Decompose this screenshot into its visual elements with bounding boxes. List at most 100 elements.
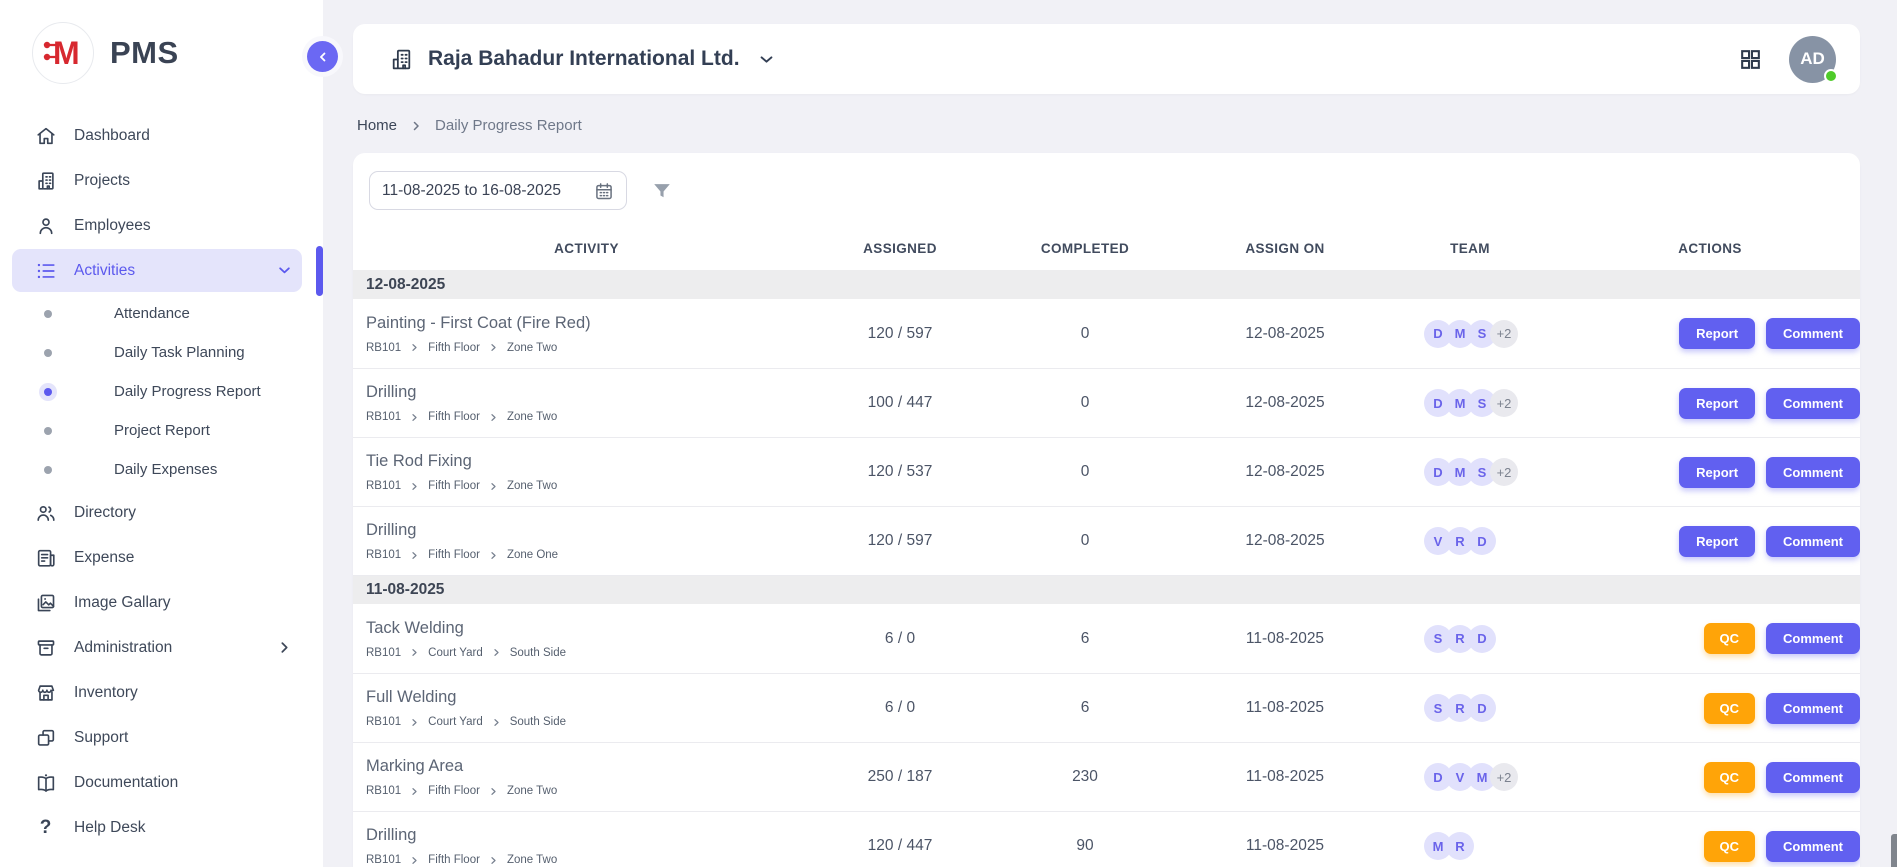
location-crumb: Zone Two: [507, 342, 557, 354]
assign-on-value: 12-08-2025: [1190, 532, 1380, 550]
breadcrumb-home-link[interactable]: Home: [357, 117, 397, 134]
sidebar-item-help-desk[interactable]: ?Help Desk: [12, 806, 302, 849]
qc-button[interactable]: QC: [1704, 623, 1756, 654]
comment-button[interactable]: Comment: [1766, 831, 1860, 862]
activity-title: Drilling: [366, 383, 820, 402]
activity-title: Painting - First Coat (Fire Red): [366, 314, 820, 333]
assign-on-value: 12-08-2025: [1190, 463, 1380, 481]
team-avatar: D: [1468, 694, 1496, 722]
sidebar-subitem-project-report[interactable]: Project Report: [0, 411, 323, 450]
building-icon: [34, 169, 57, 192]
company-name: Raja Bahadur International Ltd.: [428, 47, 740, 71]
location-crumb: Zone Two: [507, 411, 557, 423]
comment-button[interactable]: Comment: [1766, 318, 1860, 349]
date-range-input[interactable]: 11-08-2025 to 16-08-2025: [369, 171, 627, 210]
progress-table: ACTIVITYASSIGNEDCOMPLETEDASSIGN ONTEAMAC…: [353, 226, 1860, 867]
filter-button[interactable]: [651, 180, 673, 202]
sidebar-item-directory[interactable]: Directory: [12, 491, 302, 534]
assigned-value: 120 / 597: [820, 325, 980, 343]
location-crumb: RB101: [366, 647, 401, 659]
assign-on-value: 12-08-2025: [1190, 325, 1380, 343]
sidebar-item-administration[interactable]: Administration: [12, 626, 302, 669]
team-avatar: D: [1468, 625, 1496, 653]
sidebar-item-dashboard[interactable]: Dashboard: [12, 114, 302, 157]
table-row: Tie Rod FixingRB101Fifth FloorZone Two12…: [353, 437, 1860, 506]
table-row: Tack WeldingRB101Court YardSouth Side6 /…: [353, 604, 1860, 673]
table-row: Full WeldingRB101Court YardSouth Side6 /…: [353, 673, 1860, 742]
chevron-right-icon: [410, 551, 419, 560]
report-button[interactable]: Report: [1679, 457, 1755, 488]
activity-location-path: RB101Fifth FloorZone One: [366, 549, 820, 561]
qc-button[interactable]: QC: [1704, 762, 1756, 793]
report-button[interactable]: Report: [1679, 318, 1755, 349]
copy-icon: [34, 726, 57, 749]
location-crumb: Fifth Floor: [428, 411, 480, 423]
team-extra-count: +2: [1490, 389, 1518, 417]
date-range-value: 11-08-2025 to 16-08-2025: [382, 182, 561, 200]
app-name: PMS: [110, 35, 179, 71]
sidebar-nav: DashboardProjectsEmployeesActivitiesAtte…: [0, 100, 323, 849]
comment-button[interactable]: Comment: [1766, 762, 1860, 793]
chevron-right-icon: [410, 482, 419, 491]
location-crumb: Fifth Floor: [428, 549, 480, 561]
chevron-right-icon: [489, 787, 498, 796]
sidebar-item-image-gallary[interactable]: Image Gallary: [12, 581, 302, 624]
location-crumb: South Side: [510, 647, 566, 659]
location-crumb: RB101: [366, 854, 401, 866]
chevron-right-icon: [489, 856, 498, 865]
sidebar-item-inventory[interactable]: Inventory: [12, 671, 302, 714]
sidebar-item-label: Support: [74, 729, 128, 747]
company-selector[interactable]: Raja Bahadur International Ltd.: [389, 47, 775, 72]
location-crumb: Fifth Floor: [428, 342, 480, 354]
activity-title: Drilling: [366, 826, 820, 845]
sidebar-subitem-daily-expenses[interactable]: Daily Expenses: [0, 450, 323, 489]
sidebar-item-employees[interactable]: Employees: [12, 204, 302, 247]
report-button[interactable]: Report: [1679, 526, 1755, 557]
column-header-assign-on: ASSIGN ON: [1190, 241, 1380, 256]
sidebar-subitem-label: Project Report: [62, 422, 210, 439]
comment-button[interactable]: Comment: [1766, 388, 1860, 419]
online-status-dot: [1824, 69, 1838, 83]
comment-button[interactable]: Comment: [1766, 693, 1860, 724]
comment-button[interactable]: Comment: [1766, 457, 1860, 488]
funnel-icon: [651, 180, 673, 202]
sidebar-collapse-button[interactable]: [307, 41, 338, 72]
assigned-value: 250 / 187: [820, 768, 980, 786]
breadcrumb: Home Daily Progress Report: [353, 94, 1860, 153]
table-row: Painting - First Coat (Fire Red)RB101Fif…: [353, 299, 1860, 368]
activity-title: Marking Area: [366, 757, 820, 776]
people-icon: [34, 501, 57, 524]
assigned-value: 120 / 537: [820, 463, 980, 481]
top-header: Raja Bahadur International Ltd. AD: [353, 24, 1860, 94]
sidebar-subitem-daily-progress-report[interactable]: Daily Progress Report: [0, 372, 323, 411]
table-row: DrillingRB101Fifth FloorZone One120 / 59…: [353, 506, 1860, 575]
sidebar-item-documentation[interactable]: Documentation: [12, 761, 302, 804]
user-avatar[interactable]: AD: [1789, 36, 1836, 83]
column-header-completed: COMPLETED: [980, 241, 1190, 256]
sidebar-item-activities[interactable]: Activities: [12, 249, 302, 292]
location-crumb: RB101: [366, 716, 401, 728]
question-icon: ?: [34, 816, 57, 839]
activity-title: Drilling: [366, 521, 820, 540]
sidebar-item-expense[interactable]: Expense: [12, 536, 302, 579]
sidebar-item-projects[interactable]: Projects: [12, 159, 302, 202]
gallery-icon: [34, 591, 57, 614]
team-avatar: D: [1468, 527, 1496, 555]
comment-button[interactable]: Comment: [1766, 526, 1860, 557]
sidebar-item-support[interactable]: Support: [12, 716, 302, 759]
location-crumb: Fifth Floor: [428, 854, 480, 866]
location-crumb: Zone Two: [507, 785, 557, 797]
table-row: DrillingRB101Fifth FloorZone Two100 / 44…: [353, 368, 1860, 437]
location-crumb: Zone Two: [507, 854, 557, 866]
scrollbar-thumb[interactable]: [1891, 834, 1897, 867]
apps-grid-button[interactable]: [1738, 47, 1763, 72]
comment-button[interactable]: Comment: [1766, 623, 1860, 654]
activity-location-path: RB101Court YardSouth Side: [366, 647, 820, 659]
qc-button[interactable]: QC: [1704, 693, 1756, 724]
report-button[interactable]: Report: [1679, 388, 1755, 419]
completed-value: 0: [980, 532, 1190, 550]
qc-button[interactable]: QC: [1704, 831, 1756, 862]
sidebar-subitem-attendance[interactable]: Attendance: [0, 294, 323, 333]
assign-on-value: 11-08-2025: [1190, 837, 1380, 855]
sidebar-subitem-daily-task-planning[interactable]: Daily Task Planning: [0, 333, 323, 372]
